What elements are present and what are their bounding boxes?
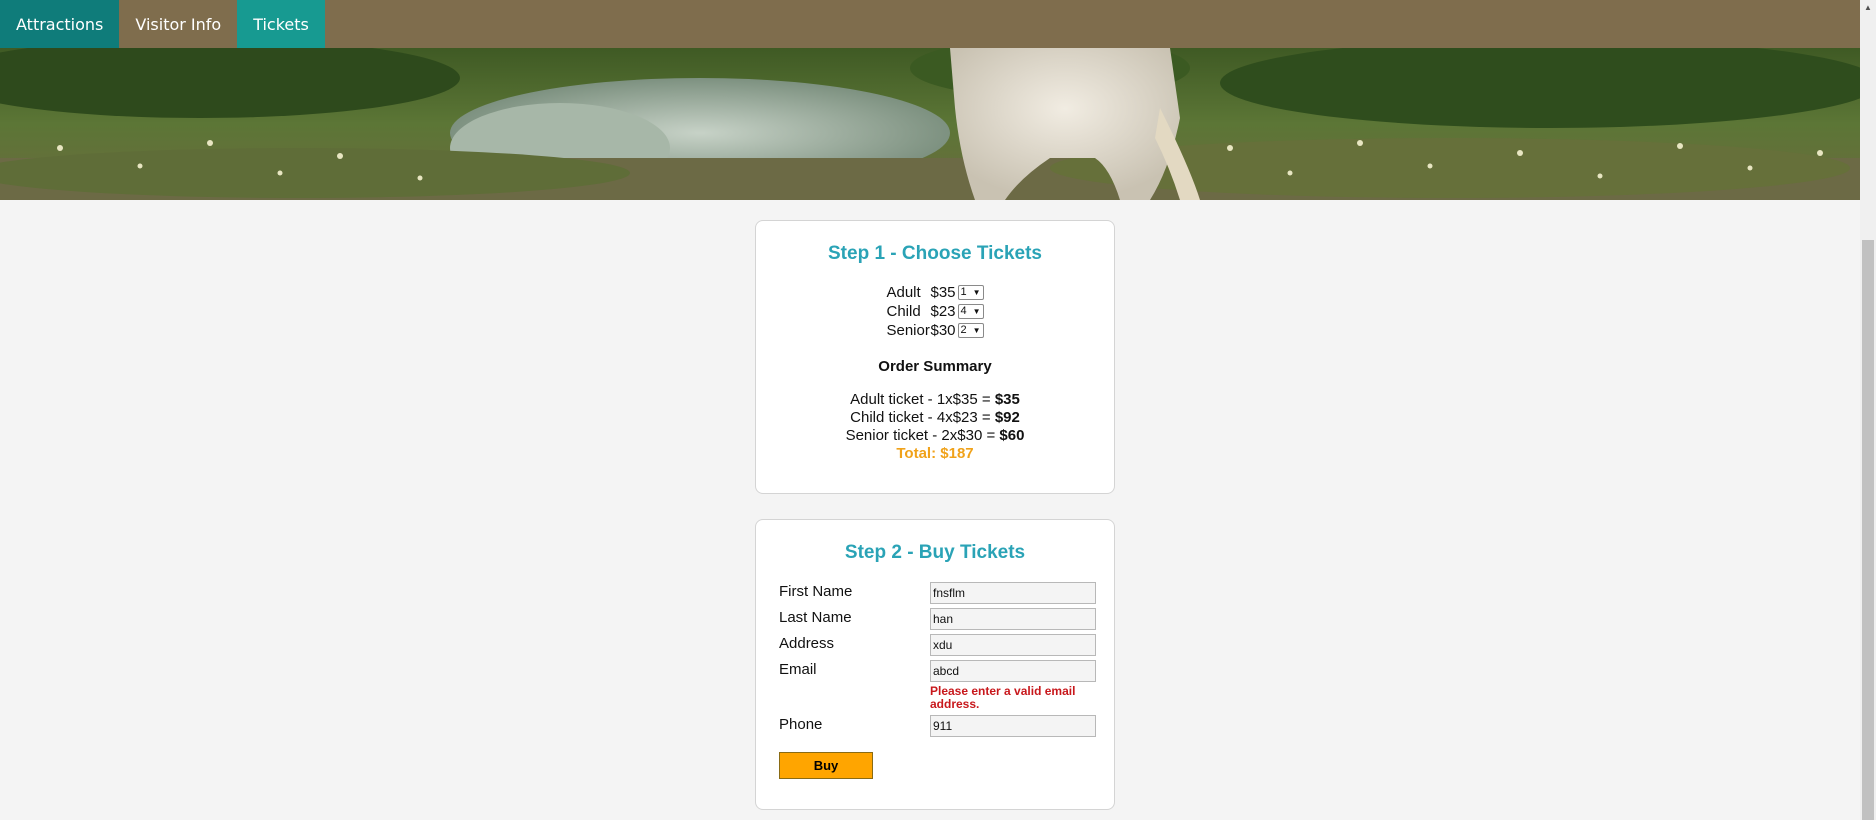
tab-attractions[interactable]: Attractions [0, 0, 120, 48]
ticket-row-senior: Senior $30 2 ▼ [756, 321, 1114, 340]
ticket-price: $23 [930, 303, 956, 320]
child-qty-select[interactable]: 4 ▼ [957, 304, 984, 319]
phone-row: Phone [779, 715, 1096, 737]
ticket-label: Senior [886, 322, 930, 339]
senior-qty-select[interactable]: 2 ▼ [957, 323, 984, 338]
buy-tickets-card: Step 2 - Buy Tickets First Name Last Nam… [755, 519, 1115, 810]
choose-tickets-card: Step 1 - Choose Tickets Adult $35 1 ▼ Ch… [755, 220, 1115, 494]
summary-text: Senior ticket - 2x$30 = [845, 427, 1000, 444]
top-nav: Attractions Visitor Info Tickets [0, 0, 1860, 48]
ticket-label: Child [886, 303, 921, 320]
qty-value: 2 [960, 324, 967, 336]
ticket-row-adult: Adult $35 1 ▼ [756, 283, 1114, 302]
summary-line-adult: Adult ticket - 1x$35 = $35 [756, 391, 1114, 409]
address-row: Address [779, 634, 1096, 656]
summary-text: Adult ticket - 1x$35 = [850, 391, 995, 408]
ticket-price: $35 [930, 284, 956, 301]
ticket-price: $30 [930, 322, 956, 339]
email-label: Email [779, 661, 817, 678]
buy-button[interactable]: Buy [779, 752, 873, 779]
tab-visitor-info[interactable]: Visitor Info [119, 0, 237, 48]
order-summary-list: Adult ticket - 1x$35 = $35 Child ticket … [756, 391, 1114, 463]
phone-field[interactable] [930, 715, 1096, 737]
address-field[interactable] [930, 634, 1096, 656]
order-summary-title: Order Summary [878, 358, 992, 375]
summary-text: Child ticket - 4x$23 = [850, 409, 995, 426]
page-scrollbar[interactable]: ▲ [1860, 0, 1876, 820]
phone-label: Phone [779, 716, 823, 733]
chevron-down-icon: ▼ [972, 288, 981, 297]
adult-qty-select[interactable]: 1 ▼ [957, 285, 984, 300]
last-name-row: Last Name [779, 608, 1096, 630]
last-name-label: Last Name [779, 609, 852, 626]
email-field[interactable] [930, 660, 1096, 682]
chevron-down-icon: ▼ [972, 326, 981, 335]
qty-value: 4 [960, 305, 967, 317]
order-total: Total: $187 [896, 445, 974, 462]
chevron-down-icon: ▼ [972, 307, 981, 316]
address-label: Address [779, 635, 835, 652]
step2-title: Step 2 - Buy Tickets [844, 542, 1026, 563]
first-name-field[interactable] [930, 582, 1096, 604]
tab-tickets[interactable]: Tickets [237, 0, 325, 48]
hero-banner-image [0, 48, 1860, 200]
ticket-label: Adult [886, 284, 921, 301]
email-error-message: Please enter a valid email address. [930, 684, 1076, 711]
ticket-row-child: Child $23 4 ▼ [756, 302, 1114, 321]
last-name-field[interactable] [930, 608, 1096, 630]
summary-amount: $60 [999, 427, 1025, 444]
qty-value: 1 [960, 286, 967, 298]
summary-line-senior: Senior ticket - 2x$30 = $60 [756, 427, 1114, 445]
scrollbar-thumb[interactable] [1862, 240, 1874, 820]
ticket-list: Adult $35 1 ▼ Child $23 4 ▼ Senior $30 2… [756, 283, 1114, 340]
first-name-row: First Name [779, 582, 1096, 604]
first-name-label: First Name [779, 583, 853, 600]
email-row: Email Please enter a valid email address… [779, 660, 1096, 711]
buyer-form: First Name Last Name Address Email Pleas… [779, 582, 1096, 779]
scroll-up-arrow-icon[interactable]: ▲ [1860, 0, 1876, 16]
summary-line-child: Child ticket - 4x$23 = $92 [756, 409, 1114, 427]
step1-title: Step 1 - Choose Tickets [828, 243, 1042, 264]
summary-amount: $92 [994, 409, 1020, 426]
summary-amount: $35 [994, 391, 1020, 408]
